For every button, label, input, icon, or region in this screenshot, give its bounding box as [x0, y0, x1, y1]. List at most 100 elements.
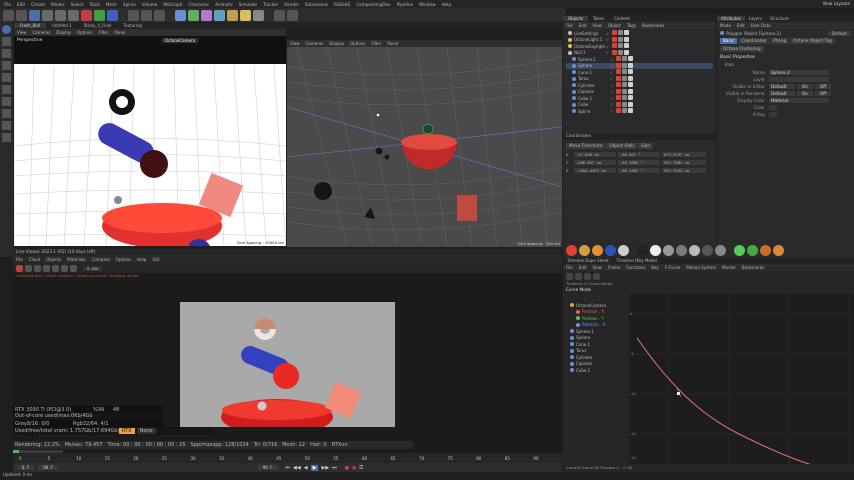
- material-metal-icon[interactable]: [676, 244, 687, 256]
- texture-mode-icon[interactable]: [2, 37, 11, 46]
- object-rel-button[interactable]: Object (Rel): [606, 142, 638, 149]
- menu-item-rsreds[interactable]: RSRedS: [334, 2, 350, 7]
- render-icon[interactable]: [141, 9, 152, 21]
- subtab-octane-clustering[interactable]: Octane Clustering: [720, 45, 764, 52]
- current-frame-field[interactable]: 90 F: [257, 465, 278, 470]
- attr-menu-userdata[interactable]: User Data: [751, 23, 771, 28]
- fc-fit-icon[interactable]: [593, 272, 600, 280]
- object-name[interactable]: Sphere.1: [578, 57, 610, 62]
- next-key-icon[interactable]: ▶▶: [321, 465, 329, 471]
- fc-menu-marker[interactable]: Marker: [722, 265, 736, 270]
- coord-rotation-field[interactable]: -98.967 °: [618, 152, 660, 157]
- object-name[interactable]: Spline: [578, 109, 610, 114]
- pause-render-icon[interactable]: [34, 264, 41, 272]
- lv-menu-cloud[interactable]: Cloud: [29, 257, 40, 262]
- menu-item-volume[interactable]: Volume: [142, 2, 158, 7]
- move-icon[interactable]: [42, 9, 53, 21]
- material-tag-icon[interactable]: [616, 108, 621, 114]
- toggle-off-button[interactable]: Off: [815, 83, 831, 90]
- menu-item-tracker[interactable]: Tracker: [263, 2, 278, 7]
- restart-render-icon[interactable]: [25, 264, 32, 272]
- material-tag-icon[interactable]: [618, 36, 623, 42]
- attribute-value[interactable]: Default: [769, 90, 795, 97]
- camera-icon[interactable]: [253, 9, 264, 21]
- size-button[interactable]: Size: [638, 142, 653, 149]
- tab-objects[interactable]: Objects: [563, 16, 589, 21]
- material-tag-icon[interactable]: [628, 88, 633, 94]
- material-tag-icon[interactable]: [628, 62, 633, 68]
- material-tag-icon[interactable]: [622, 82, 627, 88]
- material-red-icon[interactable]: [566, 244, 577, 256]
- object-name[interactable]: Cone.1: [578, 70, 610, 75]
- scale-icon[interactable]: [55, 9, 66, 21]
- tab-dope-sheet[interactable]: Timeline Dope Sheet: [563, 258, 613, 263]
- vp-menu-view[interactable]: View: [17, 30, 27, 35]
- toggle-on-button[interactable]: On: [797, 83, 813, 90]
- coord-rotation-field[interactable]: -90.1467 °: [618, 168, 660, 173]
- material-stone-icon[interactable]: [715, 244, 726, 256]
- material-tag-icon[interactable]: [616, 95, 621, 101]
- menu-item-edit[interactable]: Edit: [17, 2, 25, 7]
- attr-menu-edit[interactable]: Edit: [737, 23, 745, 28]
- tab-scene-3[interactable]: Sticky_V_Final: [78, 23, 118, 28]
- model-mode-icon[interactable]: [2, 25, 11, 34]
- object-name[interactable]: OctaneLight.1: [574, 37, 606, 42]
- material-tag-icon[interactable]: [616, 56, 621, 62]
- material-tag-icon[interactable]: [618, 30, 623, 36]
- object-name[interactable]: Capsule: [578, 89, 610, 94]
- menu-item-extensions[interactable]: Extensions: [305, 2, 328, 7]
- snap-icon[interactable]: [274, 9, 285, 21]
- material-tag-icon[interactable]: [628, 69, 633, 75]
- menu-item-render[interactable]: Render: [284, 2, 299, 7]
- tab-scene-4[interactable]: Texturing: [117, 23, 147, 28]
- fcurve-track[interactable]: Cube.1: [566, 367, 628, 374]
- lock-resolution-icon[interactable]: [43, 264, 50, 272]
- fc-ripple-icon[interactable]: [575, 272, 582, 280]
- layout-selector[interactable]: New Layouts: [823, 1, 850, 6]
- subdivision-icon[interactable]: [188, 9, 199, 21]
- fc-menu-key[interactable]: Key: [652, 265, 659, 270]
- spline-pen-icon[interactable]: [201, 9, 212, 21]
- menu-item-animate[interactable]: Animate: [215, 2, 233, 7]
- material-orange-icon[interactable]: [592, 244, 603, 256]
- material-white-icon[interactable]: [618, 244, 629, 256]
- om-menu-edit[interactable]: Edit: [579, 23, 587, 28]
- object-name[interactable]: Cylinder: [578, 83, 610, 88]
- attribute-value[interactable]: Sphere.2: [769, 69, 829, 76]
- cloner-icon[interactable]: [214, 9, 225, 21]
- snapping-icon[interactable]: [2, 121, 11, 130]
- fc-menu-bookmarks[interactable]: Bookmarks: [742, 265, 764, 270]
- play-icon[interactable]: ▶: [310, 464, 319, 471]
- material-dark-icon[interactable]: [702, 244, 713, 256]
- attribute-value[interactable]: [769, 104, 777, 111]
- fc-menu-motion[interactable]: Motion System: [686, 265, 716, 270]
- fc-menu-view[interactable]: View: [592, 265, 602, 270]
- fc-menu-functions[interactable]: Functions: [626, 265, 645, 270]
- menu-item-file[interactable]: File: [4, 2, 11, 7]
- material-tag-icon[interactable]: [622, 75, 627, 81]
- vp2-menu-options[interactable]: Options: [350, 41, 365, 46]
- toggle-on-button[interactable]: On: [797, 90, 813, 97]
- render-view-icon[interactable]: [128, 9, 139, 21]
- attribute-value[interactable]: Default: [769, 83, 795, 90]
- z-axis-icon[interactable]: [107, 9, 118, 21]
- material-tag-icon[interactable]: [622, 95, 627, 101]
- coord-position-field[interactable]: -37.696 cm: [574, 152, 616, 157]
- deformer-icon[interactable]: [227, 9, 238, 21]
- material-leaf-icon[interactable]: [747, 244, 758, 256]
- material-tag-icon[interactable]: [616, 75, 621, 81]
- material-tag-icon[interactable]: [616, 101, 621, 107]
- fc-menu-file[interactable]: File: [566, 265, 573, 270]
- material-tag-icon[interactable]: [612, 43, 617, 49]
- material-tag-icon[interactable]: [622, 62, 627, 68]
- axis-mode-icon[interactable]: [2, 97, 11, 106]
- fc-menu-frame[interactable]: Frame: [608, 265, 620, 270]
- material-tag-icon[interactable]: [624, 43, 629, 49]
- subtab-octane-tag[interactable]: Octane Object Tag: [790, 37, 835, 44]
- coord-rotation-field[interactable]: -93.1083 °: [618, 160, 660, 165]
- locking-icon[interactable]: [2, 133, 11, 142]
- material-tag-icon[interactable]: [616, 69, 621, 75]
- om-menu-tags[interactable]: Tags: [627, 23, 636, 28]
- vp2-menu-cameras[interactable]: Cameras: [306, 41, 324, 46]
- menu-item-simulate[interactable]: Simulate: [239, 2, 258, 7]
